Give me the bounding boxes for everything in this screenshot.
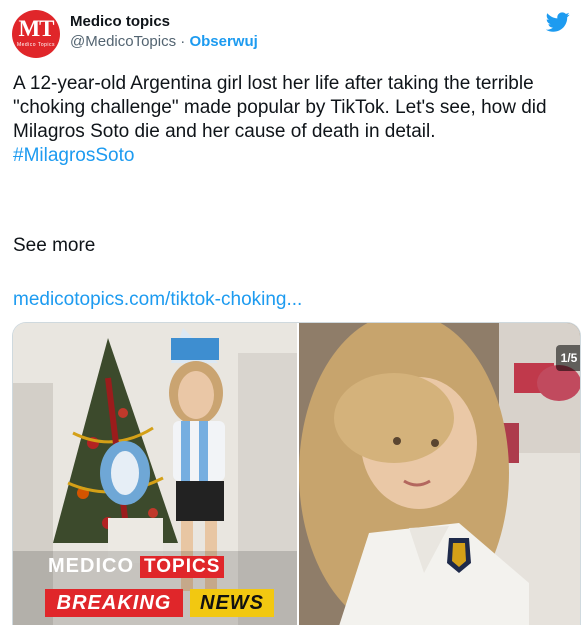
tweet-header: MT Medico Topics Medico topics @MedicoTo…	[12, 10, 572, 58]
tweet-body: A 12-year-old Argentina girl lost her li…	[13, 73, 547, 142]
see-more-text: See more	[13, 235, 96, 256]
separator: ·	[176, 33, 190, 50]
display-name[interactable]: Medico topics	[70, 12, 258, 32]
tweet-text: A 12-year-old Argentina girl lost her li…	[13, 72, 569, 168]
avatar[interactable]: MT Medico Topics	[12, 10, 60, 58]
twitter-bird-icon[interactable]	[546, 10, 570, 34]
breaking-label: BREAKING	[45, 589, 183, 617]
news-label: NEWS	[190, 589, 274, 617]
photo-right-illustration	[299, 323, 580, 625]
author-names: Medico topics @MedicoTopics · Obserwuj	[70, 12, 258, 52]
article-link[interactable]: medicotopics.com/tiktok-choking...	[13, 288, 302, 312]
photo-left[interactable]: MEDICO TOPICS BREAKING NEWS	[13, 323, 297, 625]
media-grid: MEDICO TOPICS BREAKING NEWS 1/5	[12, 322, 581, 625]
brand-word-topics: TOPICS	[140, 556, 225, 578]
handle-line: @MedicoTopics · Obserwuj	[70, 32, 258, 52]
follow-button[interactable]: Obserwuj	[189, 33, 257, 50]
media-counter: 1/5	[556, 345, 580, 371]
photo-right[interactable]: 1/5	[299, 323, 580, 625]
avatar-text: MT	[18, 16, 54, 41]
brand-overlay: MEDICO TOPICS	[48, 555, 233, 581]
hashtag-link[interactable]: #MilagrosSoto	[13, 145, 134, 166]
avatar-subtext: Medico Topics	[16, 42, 56, 48]
handle[interactable]: @MedicoTopics	[70, 33, 176, 50]
brand-word-medico: MEDICO	[48, 555, 134, 577]
